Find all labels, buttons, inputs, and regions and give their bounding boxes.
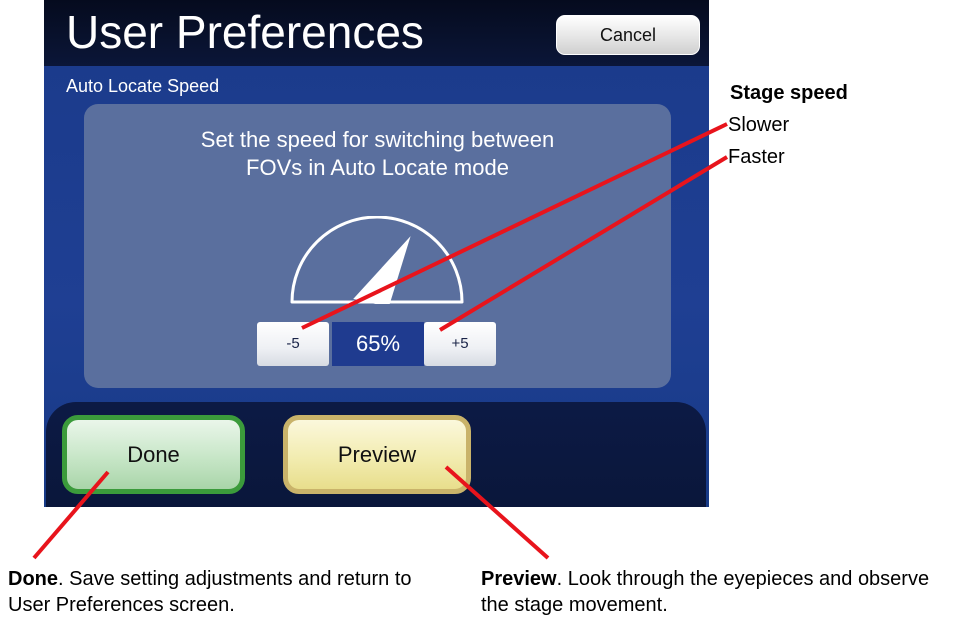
gauge-needle: [353, 236, 411, 304]
preview-description: Preview. Look through the eyepieces and …: [481, 566, 951, 618]
done-description-text: . Save setting adjustments and return to…: [8, 568, 412, 616]
decrease-speed-button[interactable]: -5: [257, 322, 329, 366]
instruction-line-2: FOVs in Auto Locate mode: [246, 155, 509, 180]
done-button[interactable]: Done: [62, 415, 245, 494]
speed-value: 65%: [332, 322, 424, 366]
done-description-bold: Done: [8, 568, 58, 590]
device-screen: User Preferences Cancel Auto Locate Spee…: [44, 0, 709, 507]
page-title: User Preferences: [66, 6, 424, 58]
increase-speed-button[interactable]: +5: [424, 322, 496, 366]
cancel-button[interactable]: Cancel: [556, 15, 700, 55]
slower-label: Slower: [728, 114, 790, 136]
instruction-line-1: Set the speed for switching between: [200, 127, 555, 152]
section-label: Auto Locate Speed: [66, 76, 220, 96]
speedometer-icon: [290, 216, 464, 304]
preview-description-bold: Preview: [481, 568, 557, 590]
preview-button[interactable]: Preview: [283, 415, 471, 494]
stage-speed-title: Stage speed: [730, 82, 848, 104]
speed-panel: Set the speed for switching between FOVs…: [84, 104, 671, 388]
done-description: Done. Save setting adjustments and retur…: [8, 566, 428, 618]
instruction-text: Set the speed for switching between FOVs…: [84, 126, 671, 182]
title-bar: User Preferences Cancel: [44, 0, 709, 66]
faster-label: Faster: [728, 146, 785, 168]
